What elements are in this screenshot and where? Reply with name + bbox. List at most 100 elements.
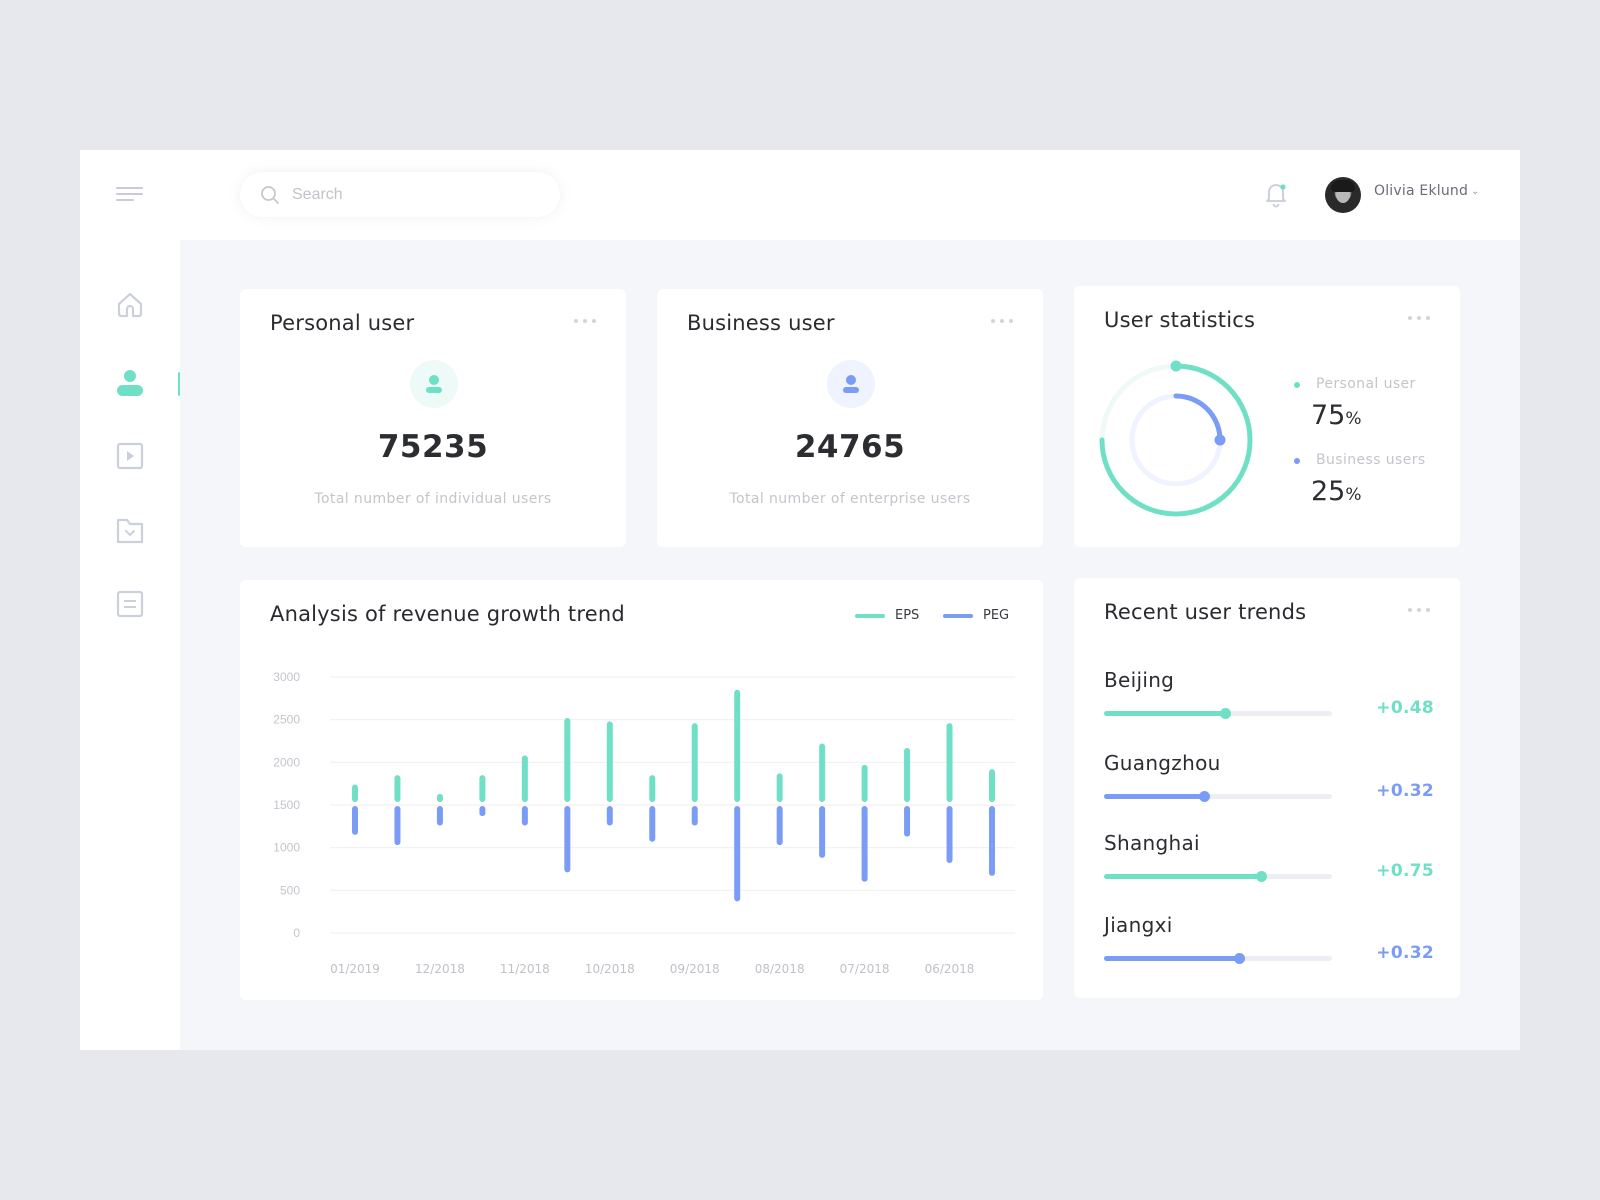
- x-tick-label: 06/2018: [925, 962, 975, 976]
- eps-bar[interactable]: [521, 755, 528, 802]
- eps-bar[interactable]: [649, 775, 656, 802]
- personal-share-knob: [1170, 360, 1182, 372]
- business-user-card: Business user 24765 Total number of ente…: [657, 289, 1043, 547]
- eps-bar[interactable]: [691, 723, 698, 802]
- trend-progress-track: [1104, 953, 1332, 964]
- more-options-button[interactable]: [574, 319, 596, 325]
- peg-bar[interactable]: [479, 806, 486, 817]
- peg-bar[interactable]: [776, 806, 783, 846]
- x-tick-label: 11/2018: [500, 962, 550, 976]
- personal-user-caption: Total number of individual users: [314, 491, 552, 507]
- eps-bar[interactable]: [606, 721, 613, 802]
- eps-bar[interactable]: [564, 717, 571, 802]
- document-icon: [116, 590, 144, 618]
- legend-label: Personal user: [1316, 376, 1416, 392]
- eps-bar[interactable]: [989, 769, 995, 802]
- business-user-badge: [827, 360, 875, 408]
- trend-row: Beijing +0.48: [1104, 668, 1434, 738]
- user-icon: [426, 375, 442, 393]
- trend-progress-fill: [1104, 711, 1225, 716]
- trend-progress-fill: [1104, 794, 1205, 799]
- eps-bar[interactable]: [394, 775, 401, 802]
- eps-bar[interactable]: [352, 784, 358, 802]
- search-icon: [261, 186, 279, 204]
- eps-bar[interactable]: [734, 689, 741, 802]
- trend-progress-knob[interactable]: [1233, 953, 1245, 964]
- trend-row: Shanghai +0.75: [1104, 831, 1434, 901]
- active-indicator: [178, 372, 180, 396]
- top-header: Olivia Eklund ⌄: [80, 150, 1520, 240]
- more-options-button[interactable]: [1408, 316, 1430, 322]
- peg-bar[interactable]: [394, 806, 401, 846]
- more-options-button[interactable]: [991, 319, 1013, 325]
- eps-bar[interactable]: [819, 743, 826, 802]
- peg-bar[interactable]: [734, 806, 741, 902]
- more-options-button[interactable]: [1408, 608, 1430, 614]
- peg-bar[interactable]: [521, 806, 528, 826]
- folder-icon: [116, 518, 144, 544]
- trend-progress-track: [1104, 708, 1332, 719]
- user-name[interactable]: Olivia Eklund: [1374, 183, 1468, 199]
- legend-value: 75%: [1311, 400, 1362, 431]
- search-box[interactable]: [240, 172, 560, 217]
- peg-bar[interactable]: [691, 806, 698, 826]
- avatar[interactable]: [1325, 177, 1361, 213]
- trend-progress-knob[interactable]: [1219, 708, 1231, 719]
- y-tick-label: 3000: [273, 670, 300, 684]
- eps-bar[interactable]: [479, 775, 486, 802]
- trend-delta: +0.75: [1376, 861, 1434, 881]
- peg-bar[interactable]: [989, 806, 995, 876]
- peg-bar[interactable]: [904, 806, 911, 837]
- x-tick-label: 12/2018: [415, 962, 465, 976]
- personal-user-count: 75235: [377, 429, 489, 465]
- trend-progress-knob[interactable]: [1199, 791, 1211, 802]
- sidebar-item-home[interactable]: [110, 285, 150, 325]
- user-icon: [843, 375, 859, 393]
- trend-delta: +0.32: [1376, 943, 1434, 963]
- business-user-caption: Total number of enterprise users: [729, 491, 971, 507]
- peg-bar[interactable]: [436, 806, 443, 826]
- trend-progress-knob[interactable]: [1256, 871, 1268, 882]
- sidebar-item-users[interactable]: [110, 362, 150, 402]
- chevron-down-icon[interactable]: ⌄: [1471, 186, 1479, 197]
- hamburger-menu-icon[interactable]: [116, 187, 144, 203]
- notification-dot: [1280, 184, 1286, 190]
- peg-bar[interactable]: [946, 806, 953, 864]
- card-title: Personal user: [270, 311, 415, 335]
- y-tick-label: 0: [293, 926, 300, 940]
- search-input[interactable]: [292, 172, 542, 217]
- legend-dot: [1294, 382, 1300, 388]
- eps-bar[interactable]: [436, 793, 443, 802]
- peg-bar[interactable]: [861, 806, 868, 882]
- sidebar-item-media[interactable]: [110, 436, 150, 476]
- trend-progress-track: [1104, 871, 1332, 882]
- legend-label: Business users: [1316, 452, 1426, 468]
- business-user-count: 24765: [794, 429, 906, 465]
- trend-city: Guangzhou: [1104, 751, 1221, 775]
- eps-bar[interactable]: [776, 773, 783, 802]
- trend-row: Guangzhou +0.32: [1104, 751, 1434, 821]
- peg-bar[interactable]: [819, 806, 826, 858]
- x-tick-label: 08/2018: [755, 962, 805, 976]
- card-title: Business user: [687, 311, 835, 335]
- eps-bar[interactable]: [946, 723, 953, 802]
- sidebar: [80, 240, 180, 1050]
- user-statistics-card: User statistics Personal user 75% Busine…: [1074, 286, 1460, 547]
- x-tick-label: 09/2018: [670, 962, 720, 976]
- peg-bar[interactable]: [649, 806, 656, 842]
- y-tick-label: 2000: [273, 755, 300, 769]
- trend-row: Jiangxi +0.32: [1104, 913, 1434, 983]
- eps-bar[interactable]: [861, 764, 868, 802]
- sidebar-item-files[interactable]: [110, 510, 150, 550]
- peg-bar[interactable]: [564, 806, 571, 873]
- personal-user-badge: [410, 360, 458, 408]
- sidebar-item-documents[interactable]: [110, 584, 150, 624]
- video-icon: [116, 442, 144, 470]
- eps-bar[interactable]: [904, 747, 911, 802]
- peg-bar[interactable]: [352, 806, 358, 835]
- trend-delta: +0.32: [1376, 781, 1434, 801]
- recent-trends-card: Recent user trends Beijing +0.48 Guangzho…: [1074, 578, 1460, 998]
- trend-delta: +0.48: [1376, 698, 1434, 718]
- bell-icon[interactable]: [1263, 180, 1289, 208]
- peg-bar[interactable]: [606, 806, 613, 826]
